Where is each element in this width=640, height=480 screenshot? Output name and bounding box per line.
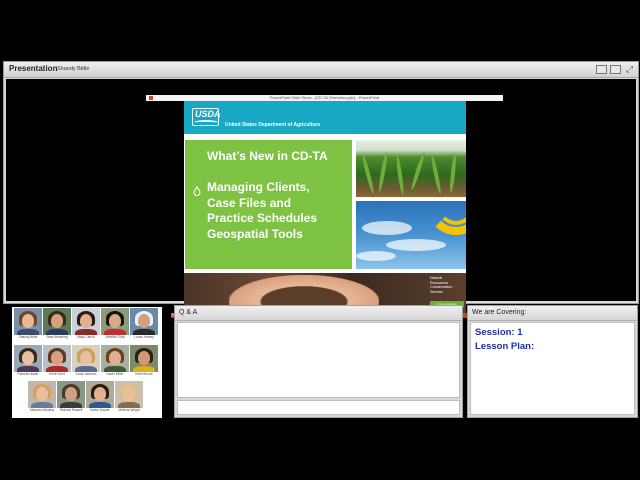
- attendee-photo: [72, 308, 100, 335]
- water-drop-icon: [193, 186, 201, 196]
- attendee-name: Melinda Wright: [118, 408, 140, 412]
- attendee-photo: [43, 308, 71, 335]
- usda-logo: USDA: [192, 108, 221, 126]
- attendee-name: Keith Moore: [135, 372, 153, 376]
- attendee-photo: [101, 345, 129, 372]
- presenter-name: Shandy Bittle: [57, 65, 90, 72]
- usda-logo-text: USDA: [195, 109, 221, 119]
- attendee-photo: [28, 381, 56, 408]
- attendee-name: Maureen Murphy: [29, 408, 55, 412]
- session-line: Session: 1: [475, 327, 523, 338]
- attendee-tile: Linda Johnson: [72, 345, 100, 378]
- attendee-name: Shandy Bittle: [18, 335, 38, 339]
- covering-notes: Session: 1 Lesson Plan:: [470, 322, 635, 415]
- presentation-pod-header: Presentation Shandy Bittle ⤢: [4, 62, 638, 78]
- attendee-name: Mary Carroll: [77, 335, 95, 339]
- fullscreen-icon[interactable]: [596, 65, 607, 74]
- attendee-name: Kathy Snyder: [90, 408, 110, 412]
- attendee-tile: Pamela Hower: [14, 345, 42, 378]
- attendee-photo: [43, 345, 71, 372]
- attendee-photo: [115, 381, 143, 408]
- top-letterbox: [0, 0, 640, 61]
- bottom-letterbox: [0, 419, 640, 480]
- attendee-photo: [14, 308, 42, 335]
- attendee-video-pod: Shandy Bittle Sean Branning Mary Carroll Je…: [3, 305, 171, 418]
- attendee-name: Lucas Harvey: [134, 335, 154, 339]
- attendee-tile: Maureen Murphy: [28, 381, 56, 414]
- attendee-tile: Sean Branning: [43, 308, 71, 341]
- attendee-tile: Karen Miller: [101, 345, 129, 378]
- presentation-pod: Presentation Shandy Bittle ⤢ PowerPoint …: [3, 61, 639, 318]
- attendee-photo: [72, 345, 100, 372]
- attendee-name: Pamela Hower: [17, 372, 39, 376]
- attendee-name: Kevin Hunt: [49, 372, 65, 376]
- slide-bullet-line: Case Files and: [207, 195, 292, 210]
- usda-swoosh-icon: [194, 120, 218, 125]
- covering-pod-title: We are Covering:: [472, 309, 527, 316]
- attendee-tile: Lucas Harvey: [130, 308, 158, 341]
- attendee-name: Sean Branning: [46, 335, 68, 339]
- covering-pod: We are Covering: Session: 1 Lesson Plan:: [467, 305, 638, 418]
- slide-bullet-list: Managing Clients, Case Files and Practic…: [207, 180, 317, 242]
- slide-bullet-line: Managing Clients,: [207, 180, 310, 194]
- attendee-name: Linda Johnson: [75, 372, 97, 376]
- qa-pod-title: Q & A: [179, 309, 198, 316]
- attendee-photo: [130, 345, 158, 372]
- slide-heading: What’s New in CD-TA: [207, 149, 328, 163]
- presentation-pod-title: Presentation: [9, 64, 58, 73]
- qa-question-input[interactable]: [177, 400, 460, 415]
- slide-banner: USDA United States Department of Agricul…: [184, 101, 466, 134]
- lesson-plan-line: Lesson Plan:: [475, 341, 535, 352]
- slide-bullet-line: Practice Schedules: [207, 211, 318, 225]
- qa-message-list[interactable]: [177, 322, 460, 398]
- attendee-tile: Richard Russell: [57, 381, 85, 414]
- attendee-video-grid: Shandy Bittle Sean Branning Mary Carroll Je…: [12, 307, 162, 418]
- attendee-name: Karen Miller: [106, 372, 124, 376]
- attendee-tile: Kathy Snyder: [86, 381, 114, 414]
- agency-name: United States Department of Agriculture: [225, 122, 321, 128]
- attendee-tile: Melinda Wright: [115, 381, 143, 414]
- slide-bullet-line: Geospatial Tools: [207, 226, 303, 241]
- expand-icon[interactable]: ⤢: [624, 65, 635, 74]
- attendee-photo: [14, 345, 42, 372]
- qa-pod: Q & A: [174, 305, 463, 418]
- attendee-tile: Kevin Hunt: [43, 345, 71, 378]
- nrcs-line: Service: [430, 289, 443, 294]
- attendee-photo: [130, 308, 158, 335]
- attendee-photo: [86, 381, 114, 408]
- attendee-tile: Jennifer Gray: [101, 308, 129, 341]
- qa-pod-header: Q & A: [175, 306, 462, 321]
- attendee-photo: [101, 308, 129, 335]
- slide-content-panel: What’s New in CD-TA Managing Clients, Ca…: [185, 140, 352, 269]
- attendee-name: Richard Russell: [59, 408, 83, 412]
- attendee-tile: Mary Carroll: [72, 308, 100, 341]
- covering-pod-header: We are Covering:: [468, 306, 637, 321]
- slide: USDA United States Department of Agricul…: [184, 101, 466, 313]
- nrcs-label: Natural Resources Conservation Service: [430, 276, 464, 304]
- pod-options-icon[interactable]: [610, 65, 621, 74]
- presentation-stage: PowerPoint Slide Show - [CD-TA Overview.…: [6, 79, 636, 318]
- attendee-tile: Keith Moore: [130, 345, 158, 378]
- attendee-name: Jennifer Gray: [105, 335, 125, 339]
- attendee-tile: Shandy Bittle: [14, 308, 42, 341]
- attendee-photo: [57, 381, 85, 408]
